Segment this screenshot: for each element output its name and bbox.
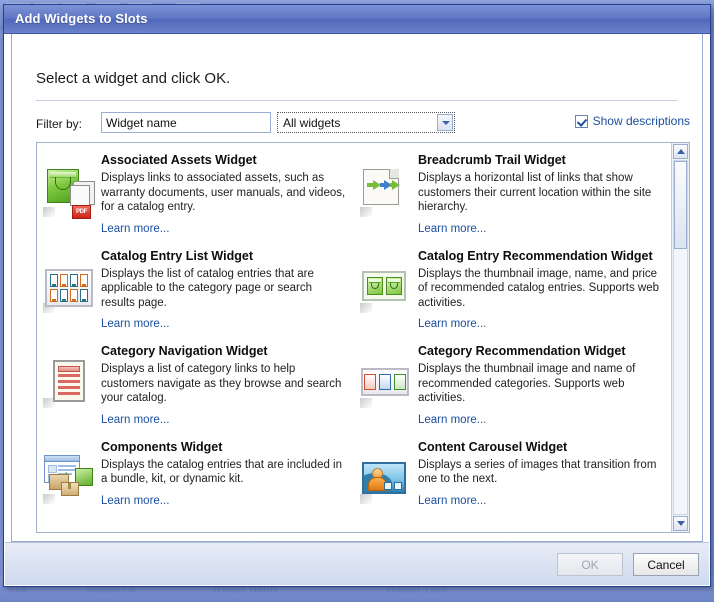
learn-more-link[interactable]: Learn more... — [101, 495, 169, 507]
list-document-icon — [43, 358, 95, 410]
catalog-grid-icon — [43, 263, 95, 315]
filter-by-label: Filter by: — [36, 117, 83, 131]
widget-item-category-recommendation[interactable]: Category Recommendation Widget Displays … — [354, 338, 671, 434]
learn-more-link[interactable]: Learn more... — [418, 318, 486, 330]
scroll-down-button[interactable] — [673, 516, 688, 531]
filter-row: Filter by: All widgets Show descriptions — [36, 112, 690, 136]
widget-grid: PDF Associated Assets Widget Displays li… — [37, 143, 671, 532]
widget-description: Displays a horizontal list of links that… — [418, 172, 652, 213]
widget-title: Components Widget — [101, 439, 223, 454]
three-colored-cards-icon — [360, 358, 412, 410]
widget-item-catalog-entry-recommendation[interactable]: Catalog Entry Recommendation Widget Disp… — [354, 243, 671, 339]
add-widgets-dialog: Add Widgets to Slots Select a widget and… — [3, 4, 711, 587]
instruction-text: Select a widget and click OK. — [36, 70, 231, 87]
divider — [36, 100, 678, 101]
widget-title: Category Navigation Widget — [101, 344, 268, 358]
checkmark-icon[interactable] — [574, 114, 588, 128]
widget-description: Displays a series of images that transit… — [418, 458, 657, 486]
scrollbar-thumb[interactable] — [674, 161, 687, 249]
widget-title: Associated Assets Widget — [101, 153, 257, 167]
widget-type-filter-select[interactable]: All widgets — [277, 112, 455, 133]
learn-more-link[interactable]: Learn more... — [418, 495, 486, 507]
show-descriptions-checkbox[interactable]: Show descriptions — [574, 114, 690, 128]
widget-description: Displays the thumbnail image, name, and … — [418, 267, 659, 309]
widget-item-catalog-entry-list[interactable]: Catalog Entry List Widget Displays the l… — [37, 243, 354, 339]
breadcrumb-page-arrows-icon — [360, 167, 412, 219]
learn-more-link[interactable]: Learn more... — [101, 318, 169, 330]
widget-item-associated-assets[interactable]: PDF Associated Assets Widget Displays li… — [37, 147, 354, 243]
widget-description: Displays links to associated assets, suc… — [101, 172, 346, 213]
widget-title: Catalog Entry List Widget — [101, 248, 253, 263]
widget-title: Breadcrumb Trail Widget — [418, 153, 566, 167]
widget-title: Category Recommendation Widget — [418, 344, 626, 358]
widget-type-filter-value: All widgets — [283, 116, 341, 130]
photo-person-icon — [360, 454, 412, 506]
scrollbar-track[interactable] — [673, 160, 688, 515]
widget-item-content-carousel[interactable]: Content Carousel Widget Displays a serie… — [354, 434, 671, 529]
widget-description: Displays the thumbnail image and name of… — [418, 363, 636, 404]
ok-button[interactable]: OK — [557, 553, 623, 576]
dialog-title: Add Widgets to Slots — [15, 11, 148, 26]
widget-list-panel: PDF Associated Assets Widget Displays li… — [36, 142, 690, 533]
learn-more-link[interactable]: Learn more... — [418, 223, 486, 235]
widget-title: Content Carousel Widget — [418, 439, 568, 454]
widget-item-breadcrumb-trail[interactable]: Breadcrumb Trail Widget Displays a horiz… — [354, 147, 671, 243]
browser-boxes-icon: + — [43, 454, 95, 506]
learn-more-link[interactable]: Learn more... — [101, 414, 169, 426]
dialog-titlebar: Add Widgets to Slots — [4, 5, 710, 34]
widget-list-scrollbar[interactable] — [671, 143, 689, 532]
widget-description: Displays a list of category links to hel… — [101, 363, 342, 404]
dialog-footer: OK Cancel — [5, 542, 709, 585]
cancel-button[interactable]: Cancel — [633, 553, 699, 576]
widget-name-filter-input[interactable] — [101, 112, 271, 133]
widget-item-defining-attributes[interactable]: Defining Attributes Widget Displays the … — [354, 529, 671, 533]
two-shopping-bags-icon — [360, 263, 412, 315]
widget-description: Displays the catalog entries that are in… — [101, 458, 343, 486]
scroll-up-button[interactable] — [673, 144, 688, 159]
show-descriptions-label: Show descriptions — [592, 114, 690, 128]
widget-list-scroll-area: PDF Associated Assets Widget Displays li… — [37, 143, 671, 532]
dialog-body: Select a widget and click OK. Filter by:… — [11, 34, 703, 542]
widget-item-category-navigation[interactable]: Category Navigation Widget Displays a li… — [37, 338, 354, 434]
widget-description: Displays the list of catalog entries tha… — [101, 267, 314, 309]
widget-item-components[interactable]: + Components Widget Displays the catalog… — [37, 434, 354, 529]
chevron-down-icon[interactable] — [437, 114, 453, 131]
widget-item-content-recommendation[interactable]: Content Recommendation Widget Displays c… — [37, 529, 354, 533]
widget-title: Catalog Entry Recommendation Widget — [418, 248, 653, 263]
shopping-bag-documents-icon: PDF — [43, 167, 95, 219]
learn-more-link[interactable]: Learn more... — [418, 414, 486, 426]
learn-more-link[interactable]: Learn more... — [101, 223, 169, 235]
